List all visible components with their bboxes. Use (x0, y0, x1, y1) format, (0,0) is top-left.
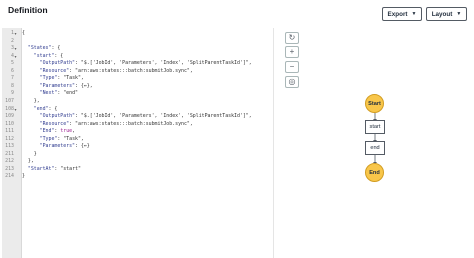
code-text: "Next": "end" (39, 90, 78, 97)
fold-toggle-icon[interactable]: ▾ (15, 30, 17, 37)
code-text: "Parameters": {↔} (39, 143, 90, 150)
line-number: 214 (5, 173, 14, 180)
line-number: 109 (5, 113, 14, 120)
code-line[interactable]: 2 (2, 38, 272, 45)
code-line[interactable]: 108 ▾ "end": { (2, 106, 272, 113)
line-number: 112 (5, 135, 14, 142)
line-number: 7 (11, 75, 14, 82)
code-line[interactable]: 109 "OutputPath": "$.['JobId', 'Paramete… (2, 113, 272, 120)
line-number: 213 (5, 165, 14, 172)
zoom-out-icon: − (289, 62, 295, 71)
code-line[interactable]: 107 }, (2, 98, 272, 105)
line-number: 211 (5, 150, 14, 157)
zoom-in-icon: + (289, 47, 295, 56)
code-text: "end": { (33, 105, 58, 112)
line-number: 6 (11, 67, 14, 74)
fold-toggle-icon[interactable]: ▾ (15, 106, 17, 113)
code-text: "Resource": "arn:aws:states:::batch:subm… (39, 120, 193, 127)
graph-node-start[interactable]: Start (365, 94, 384, 113)
zoom-in-button[interactable]: + (285, 46, 299, 58)
code-text: "States": { (27, 45, 61, 52)
code-text: "Type": "Task", (39, 135, 84, 142)
line-number: 8 (11, 82, 14, 89)
fold-toggle-icon[interactable]: ▾ (15, 53, 17, 60)
line-number: 5 (11, 60, 14, 67)
fold-toggle-icon[interactable]: ▾ (15, 45, 17, 52)
refresh-button[interactable]: ↻ (285, 32, 299, 44)
code-line[interactable]: 113 "Parameters": {↔} (2, 143, 272, 150)
code-text: }, (22, 97, 40, 104)
code-line[interactable]: 214} (2, 173, 272, 180)
code-text: } (22, 173, 25, 180)
code-text: "OutputPath": "$.['JobId', 'Parameters',… (39, 113, 252, 120)
code-text: "StartAt": "start" (27, 165, 81, 172)
code-line[interactable]: 112 "Type": "Task", (2, 136, 272, 143)
refresh-icon: ↻ (288, 33, 296, 42)
graph-node-state-end[interactable]: end (365, 141, 385, 155)
center-button[interactable]: ◎ (285, 76, 299, 88)
line-number: 111 (5, 128, 14, 135)
code-text: "OutputPath": "$.['JobId', 'Parameters',… (39, 60, 252, 67)
line-number: 3 (11, 45, 14, 52)
line-number: 107 (5, 97, 14, 104)
caret-down-icon: ▼ (456, 11, 462, 17)
caret-down-icon: ▼ (411, 11, 417, 17)
code-text: "start": { (33, 52, 64, 59)
code-text: }, (22, 158, 34, 165)
code-line[interactable]: 7 "Type": "Task", (2, 75, 272, 82)
code-line[interactable]: 6 "Resource": "arn:aws:states:::batch:su… (2, 68, 272, 75)
line-number: 113 (5, 143, 14, 150)
code-text: "Resource": "arn:aws:states:::batch:subm… (39, 67, 193, 74)
export-button[interactable]: Export ▼ (382, 7, 422, 21)
export-label: Export (387, 10, 408, 18)
zoom-out-button[interactable]: − (285, 61, 299, 73)
line-number: 9 (11, 90, 14, 97)
graph-node-end[interactable]: End (365, 163, 384, 182)
page-title: Definition (8, 5, 48, 15)
graph-node-state-start[interactable]: start (365, 120, 385, 134)
code-editor[interactable]: 1 ▾{2 3 ▾ "States": {4 ▾ "start": {5 "Output… (2, 28, 272, 258)
line-number: 110 (5, 120, 14, 127)
line-number: 108 (5, 105, 14, 112)
code-line[interactable]: 5 "OutputPath": "$.['JobId', 'Parameters… (2, 60, 272, 67)
code-line[interactable]: 111 "End": true, (2, 128, 272, 135)
line-number: 2 (11, 37, 14, 44)
code-line[interactable]: 3 ▾ "States": { (2, 45, 272, 52)
line-number: 4 (11, 52, 14, 59)
line-number: 212 (5, 158, 14, 165)
code-line[interactable]: 110 "Resource": "arn:aws:states:::batch:… (2, 121, 272, 128)
code-line[interactable]: 212 }, (2, 158, 272, 165)
layout-button[interactable]: Layout ▼ (426, 7, 467, 21)
center-icon: ◎ (288, 77, 296, 86)
code-text: "Type": "Task", (39, 75, 84, 82)
code-line[interactable]: 213 "StartAt": "start" (2, 166, 272, 173)
definition-header: Definition Export ▼ Layout ▼ (0, 0, 474, 28)
code-text: { (22, 30, 25, 36)
code-line[interactable]: 4 ▾ "start": { (2, 53, 272, 60)
code-text: "Parameters": {↔}, (39, 82, 93, 89)
code-line[interactable]: 1 ▾ { (2, 30, 272, 37)
pane-divider[interactable] (273, 28, 274, 258)
code-line[interactable]: 8 "Parameters": {↔}, (2, 83, 272, 90)
layout-label: Layout (431, 10, 453, 18)
code-line[interactable]: 211 } (2, 151, 272, 158)
code-line[interactable]: 9 "Next": "end" (2, 90, 272, 97)
line-number: 1 (11, 30, 14, 36)
code-text: "End": true, (39, 128, 76, 135)
code-text: } (22, 150, 37, 157)
